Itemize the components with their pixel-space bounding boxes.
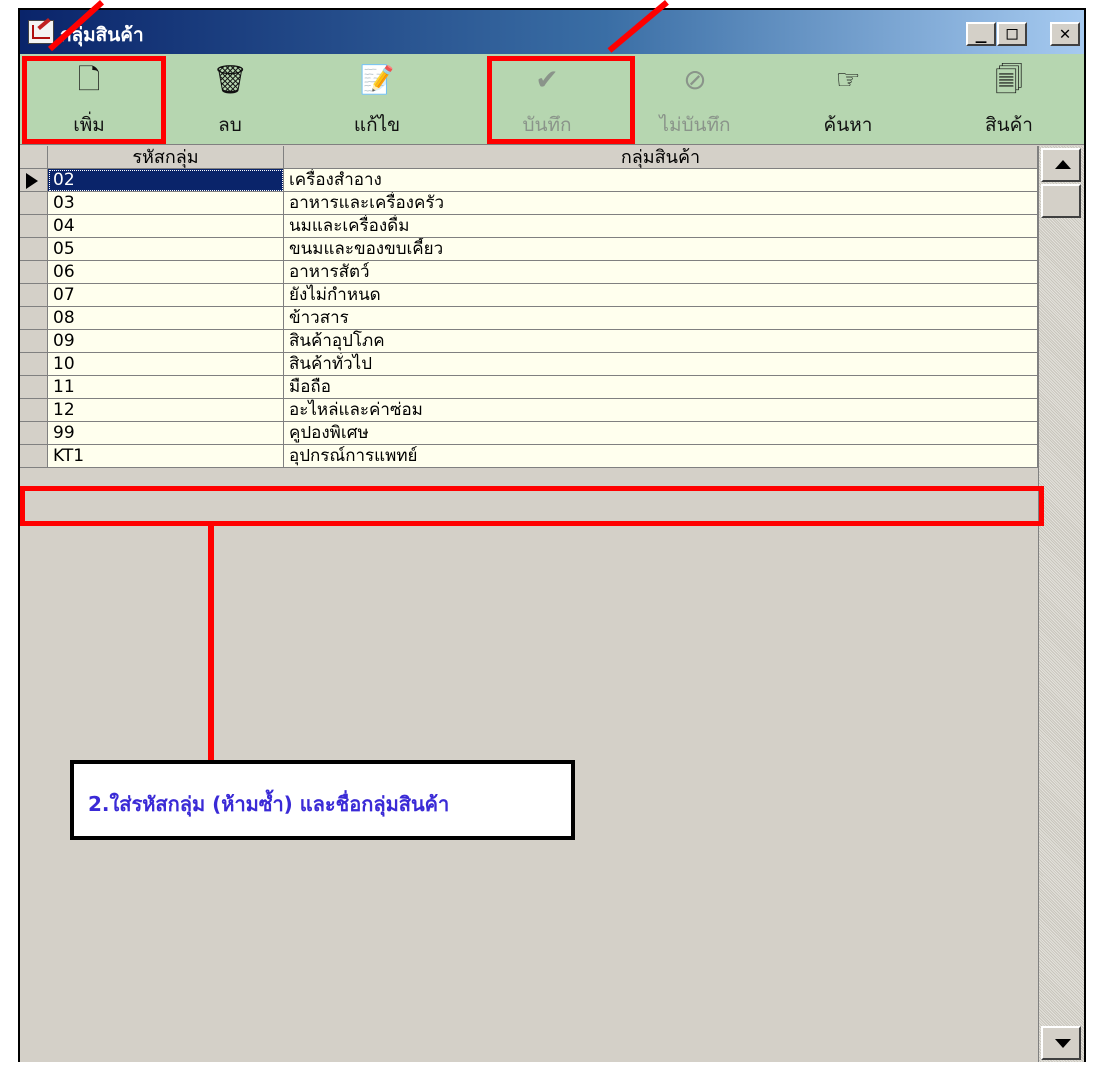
cell-code[interactable]: 04 — [48, 215, 284, 238]
column-header-group[interactable]: กลุ่มสินค้า — [284, 146, 1038, 169]
scroll-thumb[interactable] — [1041, 184, 1081, 218]
cell-group-name[interactable]: อาหารสัตว์ — [284, 261, 1038, 284]
row-indicator[interactable] — [20, 399, 48, 422]
product-stack-icon: 🗐 — [995, 63, 1023, 96]
row-indicator[interactable] — [20, 238, 48, 261]
cancel-button[interactable]: ⊘ ไม่บันทึก — [645, 54, 745, 142]
edit-button-label: แก้ไข — [353, 114, 401, 136]
cell-group-name[interactable]: ยังไม่กำหนด — [284, 284, 1038, 307]
pointer-line-callout — [208, 526, 214, 762]
row-indicator[interactable] — [20, 284, 48, 307]
table-row[interactable]: 07 ยังไม่กำหนด — [20, 284, 1038, 307]
product-button[interactable]: 🗐 สินค้า — [959, 54, 1059, 142]
cell-code[interactable]: 05 — [48, 238, 284, 261]
instruction-callout: 2.ใส่รหัสกลุ่ม (ห้ามซ้ำ) และชื่อกลุ่มสิน… — [70, 760, 575, 840]
cell-code[interactable]: 02 — [48, 169, 284, 192]
cell-code[interactable]: 99 — [48, 422, 284, 445]
cancel-circle-icon: ⊘ — [683, 63, 707, 96]
row-indicator[interactable] — [20, 261, 48, 284]
row-indicator[interactable] — [20, 353, 48, 376]
row-indicator[interactable] — [20, 169, 48, 192]
cell-code[interactable]: 11 — [48, 376, 284, 399]
table-row[interactable]: 10 สินค้าทั่วไป — [20, 353, 1038, 376]
row-indicator[interactable] — [20, 445, 48, 468]
cell-code[interactable]: 09 — [48, 330, 284, 353]
instruction-text: 2.ใส่รหัสกลุ่ม (ห้ามซ้ำ) และชื่อกลุ่มสิน… — [88, 792, 450, 816]
product-group-window: กลุ่มสินค้า _ □ ✕ 🗋 เพิ่ม 🗑 ลบ 📝 แก้ไข ✔… — [18, 8, 1086, 1062]
table-row[interactable]: 11 มือถือ — [20, 376, 1038, 399]
highlight-save-button — [487, 56, 635, 144]
product-group-grid: รหัสกลุ่ม กลุ่มสินค้า 02 เครื่องสำอาง 03… — [20, 146, 1038, 1062]
cell-group-name[interactable]: ข้าวสาร — [284, 307, 1038, 330]
row-indicator[interactable] — [20, 192, 48, 215]
cancel-button-label: ไม่บันทึก — [659, 114, 731, 136]
cell-code[interactable]: 12 — [48, 399, 284, 422]
table-row[interactable]: 99 คูปองพิเศษ — [20, 422, 1038, 445]
title-bar[interactable]: กลุ่มสินค้า _ □ ✕ — [20, 10, 1084, 54]
table-row[interactable]: 02 เครื่องสำอาง — [20, 169, 1038, 192]
header-indicator-cell — [20, 146, 48, 169]
arrow-down-icon — [1055, 1039, 1071, 1048]
search-button-label: ค้นหา — [823, 114, 873, 136]
cell-code[interactable]: 03 — [48, 192, 284, 215]
search-button[interactable]: ☞ ค้นหา — [798, 54, 898, 142]
delete-button[interactable]: 🗑 ลบ — [180, 54, 280, 142]
close-button[interactable]: ✕ — [1050, 22, 1080, 46]
table-row[interactable]: KT1 อุปกรณ์การแพทย์ — [20, 445, 1038, 468]
cell-code[interactable]: 06 — [48, 261, 284, 284]
pointing-hand-icon: ☞ — [835, 63, 861, 96]
highlight-add-button — [22, 56, 166, 144]
maximize-button[interactable]: □ — [997, 22, 1027, 46]
table-row[interactable]: 04 นมและเครื่องดื่ม — [20, 215, 1038, 238]
edit-button[interactable]: 📝 แก้ไข — [327, 54, 427, 142]
table-row[interactable]: 12 อะไหล่และค่าซ่อม — [20, 399, 1038, 422]
current-row-arrow-icon — [26, 173, 38, 189]
scroll-down-button[interactable] — [1041, 1026, 1081, 1060]
cell-code[interactable]: KT1 — [48, 445, 284, 468]
minimize-button[interactable]: _ — [966, 22, 996, 46]
table-row[interactable]: 05 ขนมและของขบเคี้ยว — [20, 238, 1038, 261]
vertical-scrollbar[interactable] — [1038, 146, 1084, 1062]
delete-button-label: ลบ — [218, 114, 242, 136]
edit-form-icon — [28, 20, 54, 44]
cell-group-name[interactable]: นมและเครื่องดื่ม — [284, 215, 1038, 238]
row-indicator[interactable] — [20, 330, 48, 353]
row-indicator[interactable] — [20, 215, 48, 238]
row-indicator[interactable] — [20, 376, 48, 399]
cell-group-name[interactable]: สินค้าทั่วไป — [284, 353, 1038, 376]
row-indicator[interactable] — [20, 422, 48, 445]
scroll-up-button[interactable] — [1041, 148, 1081, 182]
cell-group-name[interactable]: อาหารและเครื่องครัว — [284, 192, 1038, 215]
cell-group-name[interactable]: มือถือ — [284, 376, 1038, 399]
table-row[interactable]: 09 สินค้าอุปโภค — [20, 330, 1038, 353]
arrow-up-icon — [1055, 160, 1071, 169]
product-button-label: สินค้า — [985, 114, 1033, 136]
column-header-code[interactable]: รหัสกลุ่ม — [48, 146, 284, 169]
cell-group-name[interactable]: เครื่องสำอาง — [284, 169, 1038, 192]
cell-code[interactable]: 07 — [48, 284, 284, 307]
edit-document-icon: 📝 — [359, 63, 395, 96]
cell-group-name[interactable]: อุปกรณ์การแพทย์ — [284, 445, 1038, 468]
cell-group-name[interactable]: อะไหล่และค่าซ่อม — [284, 399, 1038, 422]
cell-group-name[interactable]: ขนมและของขบเคี้ยว — [284, 238, 1038, 261]
cell-code[interactable]: 10 — [48, 353, 284, 376]
row-indicator[interactable] — [20, 307, 48, 330]
cell-group-name[interactable]: คูปองพิเศษ — [284, 422, 1038, 445]
table-row[interactable]: 03 อาหารและเครื่องครัว — [20, 192, 1038, 215]
table-row[interactable]: 08 ข้าวสาร — [20, 307, 1038, 330]
cell-code[interactable]: 08 — [48, 307, 284, 330]
highlight-new-row — [20, 486, 1044, 526]
trash-icon: 🗑 — [212, 63, 248, 96]
cell-group-name[interactable]: สินค้าอุปโภค — [284, 330, 1038, 353]
grid-header: รหัสกลุ่ม กลุ่มสินค้า — [20, 146, 1038, 169]
table-row[interactable]: 06 อาหารสัตว์ — [20, 261, 1038, 284]
